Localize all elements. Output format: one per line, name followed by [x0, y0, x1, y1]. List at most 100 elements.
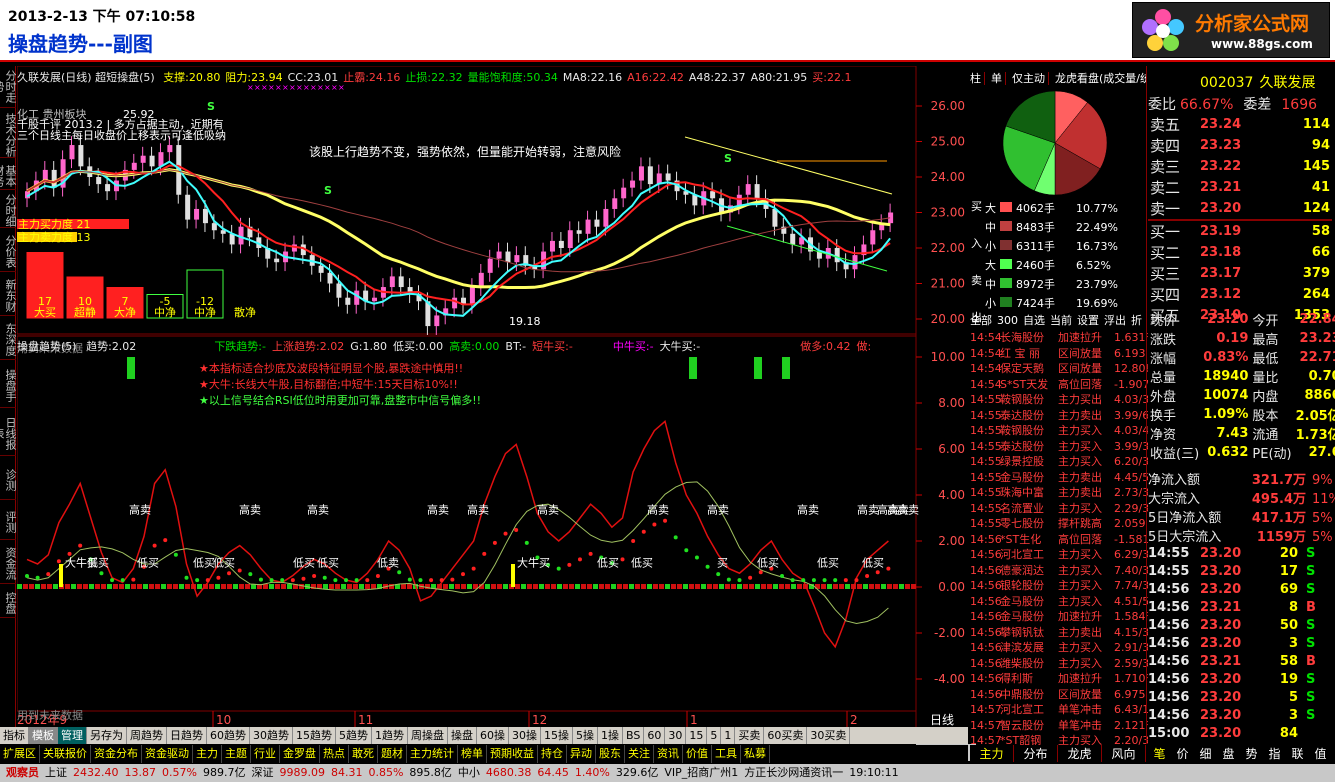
bottom-icon-1[interactable]: 价 [1171, 745, 1194, 762]
function-menu-2[interactable]: 资金分布 [91, 745, 142, 763]
indicator-tab-12[interactable]: 操盘 [448, 727, 477, 744]
function-menu-1[interactable]: 关联报价 [40, 745, 91, 763]
alert-row[interactable]: 14:55零七股份 撑杆跳高 2.059 [970, 515, 1148, 531]
bottom-tab-0[interactable]: 主力 [970, 745, 1014, 762]
alert-row[interactable]: 14:55泰达股份 主力卖出 3.99/6 [970, 407, 1148, 423]
indicator-tab-3[interactable]: 另存为 [87, 727, 127, 744]
alert-row[interactable]: 14:56德豪润达 主力买入 7.40/3 [970, 562, 1148, 578]
bottom-icon-0[interactable]: 笔 [1148, 745, 1171, 762]
bottom-tab-1[interactable]: 分布 [1014, 745, 1058, 762]
function-menu-21[interactable]: 私募 [741, 745, 770, 763]
indicator-tab-18[interactable]: BS [623, 727, 645, 744]
indicator-tab-14[interactable]: 30操 [509, 727, 541, 744]
function-menu-8[interactable]: 热点 [320, 745, 349, 763]
alert-row[interactable]: 14:57智云股份单笔冲击2.121% [970, 717, 1148, 733]
alert-row[interactable]: 14:55鞍钢股份 主力买入 4.03/4 [970, 422, 1148, 438]
alert-tab-2[interactable]: 自选 [1023, 314, 1045, 327]
indicator-tab-2[interactable]: 管理 [58, 727, 87, 744]
indicator-tab-13[interactable]: 60操 [477, 727, 509, 744]
alert-row[interactable]: 14:54红 宝 丽区间放量 6.193 [970, 345, 1148, 361]
alert-tab-4[interactable]: 设置 [1077, 314, 1099, 327]
alert-row[interactable]: 14:56得利斯加速拉升1.710% [970, 670, 1148, 686]
alert-row[interactable]: 14:54保定天鹅区间放量12.808 [970, 360, 1148, 376]
alert-row[interactable]: 14:56中鼎股份 区间放量 6.975 [970, 686, 1148, 702]
left-tab-8[interactable]: 日线报表 [0, 412, 17, 456]
indicator-tab-11[interactable]: 周操盘 [408, 727, 448, 744]
left-tab-6[interactable]: 东深度 [0, 320, 17, 360]
alert-tab-6[interactable]: 折 [1131, 314, 1142, 327]
alert-row[interactable]: 14:54长海股份加速拉升1.631% [970, 329, 1148, 345]
indicator-tab-17[interactable]: 1操 [598, 727, 623, 744]
function-menu-3[interactable]: 资金驱动 [142, 745, 193, 763]
alert-row[interactable]: 14:56金马股份加速拉升1.584% [970, 608, 1148, 624]
alert-row[interactable]: 14:55绿景控股 主力买入 6.20/3 [970, 453, 1148, 469]
left-tab-10[interactable]: 评测 [0, 504, 17, 540]
function-menu-0[interactable]: 扩展区 [0, 745, 40, 763]
function-menu-9[interactable]: 敢死 [349, 745, 378, 763]
bottom-icon-3[interactable]: 盘 [1217, 745, 1240, 762]
bottom-icon-2[interactable]: 细 [1194, 745, 1217, 762]
alert-row[interactable]: 14:56银轮股份 主力买入 7.74/3 [970, 577, 1148, 593]
function-menu-20[interactable]: 工具 [712, 745, 741, 763]
function-menu-19[interactable]: 价值 [683, 745, 712, 763]
indicator-tab-8[interactable]: 15趋势 [293, 727, 336, 744]
alert-row[interactable]: 14:55金马股份 主力卖出 4.45/5 [970, 469, 1148, 485]
bottom-icon-6[interactable]: 联 [1286, 745, 1309, 762]
indicator-tab-25[interactable]: 60买卖 [764, 727, 808, 744]
left-tab-11[interactable]: 资金流 [0, 544, 17, 584]
left-tab-4[interactable]: 分价表 [0, 232, 17, 272]
indicator-tab-16[interactable]: 5操 [573, 727, 598, 744]
alert-row[interactable]: 14:57河北宣工 单笔冲击 6.43/1 [970, 701, 1148, 717]
left-tab-1[interactable]: 技术分析 [0, 112, 17, 158]
indicator-tab-22[interactable]: 5 [707, 727, 722, 744]
indicator-tab-19[interactable]: 60 [644, 727, 666, 744]
right-tab-3[interactable]: 龙虎看盘(成交量/统 [1055, 72, 1146, 85]
function-menu-16[interactable]: 股东 [596, 745, 625, 763]
left-tab-9[interactable]: 诊测 [0, 460, 17, 500]
function-menu-18[interactable]: 资讯 [654, 745, 683, 763]
function-menu-17[interactable]: 关注 [625, 745, 654, 763]
alert-row[interactable]: 14:55名流置业 主力买入 2.29/3 [970, 500, 1148, 516]
indicator-tab-7[interactable]: 30趋势 [250, 727, 293, 744]
alert-row[interactable]: 14:56金马股份 主力买入 4.51/5 [970, 593, 1148, 609]
right-tab-1[interactable]: 单 [991, 72, 1006, 85]
alert-row[interactable]: 14:56河北宣工 主力买入 6.29/3 [970, 546, 1148, 562]
indicator-tab-26[interactable]: 30买卖 [807, 727, 851, 744]
alert-row[interactable]: 14:54S*ST天发 高位回落 -1.907 [970, 376, 1148, 392]
alert-row[interactable]: 14:55鞍钢股份 主力买出 4.03/3 [970, 391, 1148, 407]
function-menu-14[interactable]: 持仓 [538, 745, 567, 763]
indicator-tab-4[interactable]: 周趋势 [127, 727, 167, 744]
function-menu-13[interactable]: 预期收益 [487, 745, 538, 763]
left-tab-12[interactable]: 控盘 [0, 588, 17, 618]
left-tab-0[interactable]: 分时走势 [0, 66, 17, 108]
indicator-tab-6[interactable]: 60趋势 [207, 727, 250, 744]
alert-tab-3[interactable]: 当前 [1050, 314, 1072, 327]
alert-row[interactable]: 14:55泰达股份 主力买入 3.99/3 [970, 438, 1148, 454]
alert-row[interactable]: 14:55珠海中富 主力卖出 2.73/3 [970, 484, 1148, 500]
left-tab-5[interactable]: 新东财 [0, 276, 17, 316]
bottom-tab-2[interactable]: 龙虎 [1058, 745, 1102, 762]
alert-tab-1[interactable]: 300 [997, 314, 1018, 327]
alert-row[interactable]: 14:56津滨发展 主力买入 2.91/3 [970, 639, 1148, 655]
bottom-icon-4[interactable]: 势 [1240, 745, 1263, 762]
indicator-tab-10[interactable]: 1趋势 [372, 727, 408, 744]
indicator-tab-24[interactable]: 买卖 [735, 727, 765, 744]
indicator-tab-0[interactable]: 指标 [0, 727, 29, 744]
left-tab-2[interactable]: 基本财务 [0, 162, 17, 190]
function-menu-10[interactable]: 题材 [378, 745, 407, 763]
alert-tab-0[interactable]: 全部 [970, 314, 992, 327]
indicator-tab-21[interactable]: 15 [686, 727, 708, 744]
alert-row[interactable]: 14:56潍柴股份 主力买入 2.59/3 [970, 655, 1148, 671]
alert-row[interactable]: 14:56攀钢钒钛 主力卖出 4.15/3 [970, 624, 1148, 640]
function-menu-12[interactable]: 榜单 [458, 745, 487, 763]
indicator-tab-23[interactable]: 1 [721, 727, 736, 744]
indicator-tab-1[interactable]: 模板 [29, 727, 58, 744]
function-menu-6[interactable]: 行业 [251, 745, 280, 763]
right-tab-0[interactable]: 柱 [970, 72, 985, 85]
right-tab-2[interactable]: 仅主动 [1012, 72, 1049, 85]
function-menu-11[interactable]: 主力统计 [407, 745, 458, 763]
indicator-tab-15[interactable]: 15操 [541, 727, 573, 744]
function-menu-15[interactable]: 异动 [567, 745, 596, 763]
bottom-tab-3[interactable]: 风向 [1102, 745, 1146, 762]
alert-row[interactable]: 14:56*ST生化 高位回落 -1.581 [970, 531, 1148, 547]
